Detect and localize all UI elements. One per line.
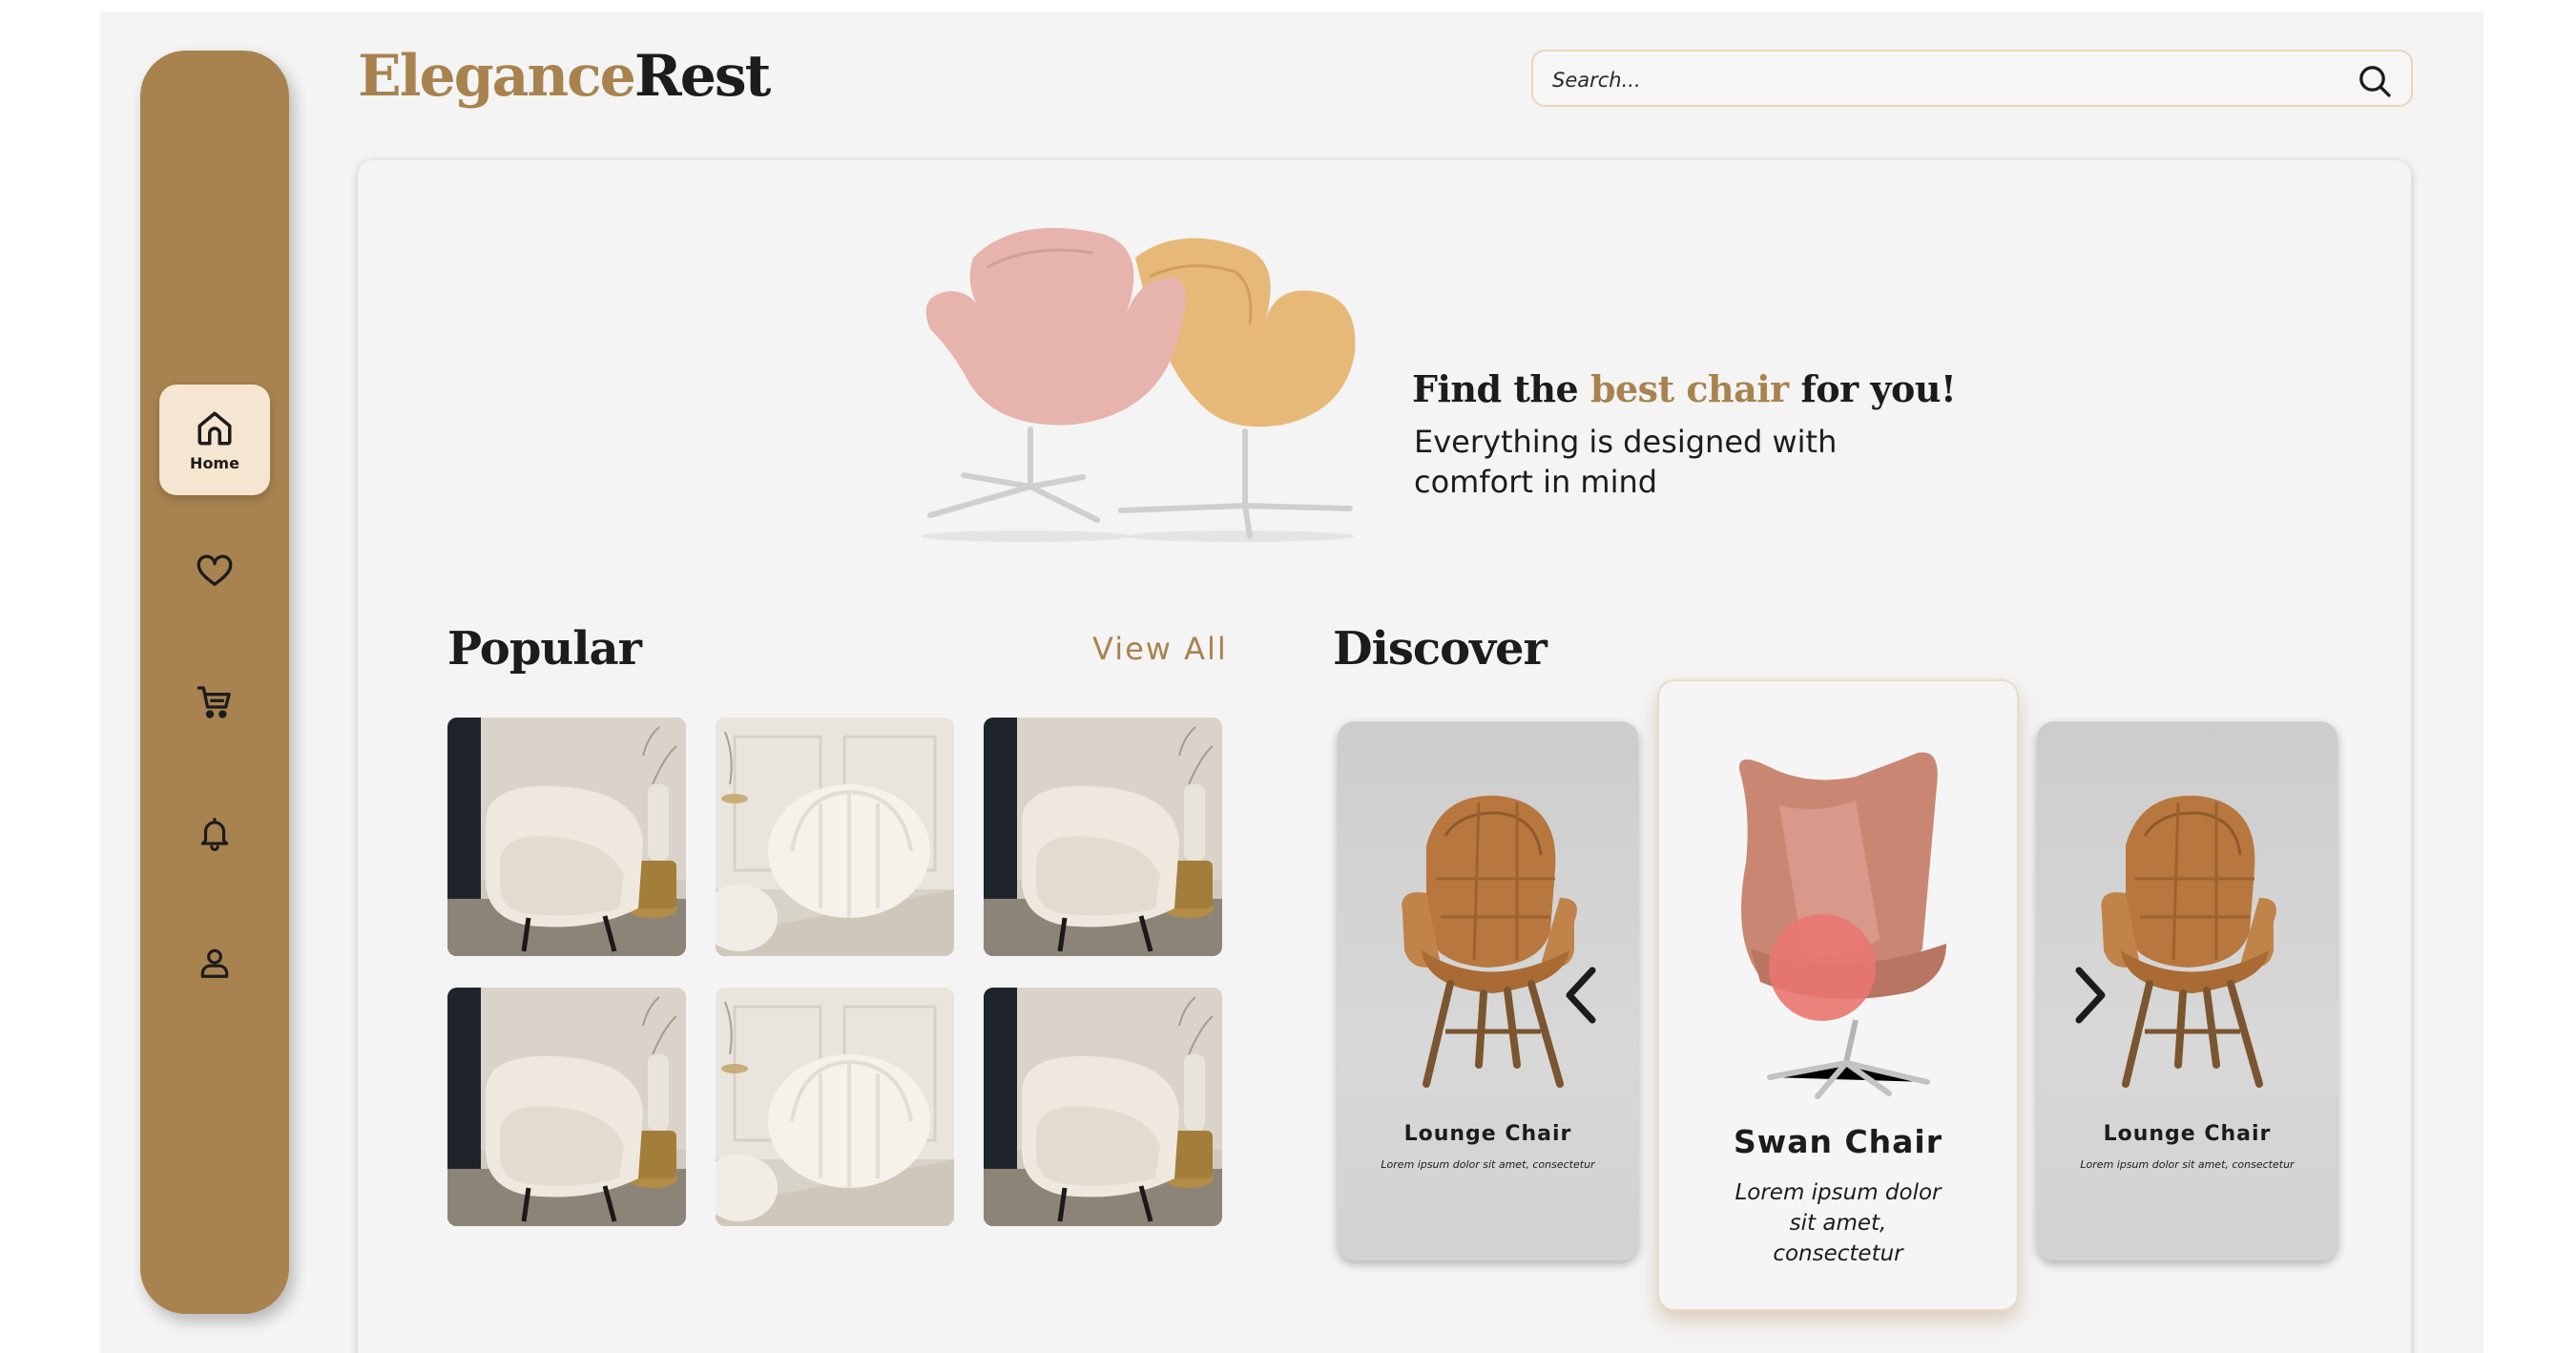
card-name: Swan Chair: [1733, 1123, 1943, 1160]
discover-card-center[interactable]: Swan Chair Lorem ipsum dolor sit amet, c…: [1657, 679, 2019, 1311]
swan-chair-image: [1713, 748, 1961, 1111]
popular-item[interactable]: [984, 718, 1222, 956]
heart-icon: [197, 554, 233, 586]
hero-subtitle: Everything is designed with comfort in m…: [1414, 424, 1838, 500]
app-frame: Home EleganceRest Find the best chair: [100, 11, 2483, 1353]
search-icon[interactable]: [2356, 62, 2394, 100]
sidebar-item-cart[interactable]: [159, 647, 270, 758]
popular-item[interactable]: [984, 988, 1222, 1226]
sidebar-item-notifications[interactable]: [159, 778, 270, 888]
hero-title: Find the best chair for you!: [1412, 367, 1957, 410]
popular-item[interactable]: [716, 988, 954, 1226]
sidebar-item-favorites[interactable]: [159, 516, 270, 627]
cart-icon: [197, 686, 231, 718]
hero-title-post: for you!: [1788, 367, 1957, 410]
card-desc: Lorem ipsum dolor sit amet, consectetur: [2080, 1158, 2295, 1171]
home-icon: [197, 411, 232, 445]
lounge-chair-image: [2083, 779, 2293, 1093]
brand-logo-part1: Elegance: [358, 43, 636, 110]
hero-title-pre: Find the: [1412, 367, 1590, 410]
discover-title: Discover: [1333, 622, 1548, 676]
search-input[interactable]: [1550, 63, 2337, 97]
sidebar: Home: [140, 51, 289, 1314]
sidebar-item-label: Home: [190, 453, 239, 472]
popular-item[interactable]: [716, 718, 954, 956]
user-icon: [200, 948, 229, 978]
chevron-left-icon[interactable]: [1558, 957, 1606, 1033]
brand-logo[interactable]: EleganceRest: [358, 48, 771, 105]
popular-item[interactable]: [447, 718, 686, 956]
chevron-right-icon[interactable]: [2066, 957, 2113, 1033]
card-desc: Lorem ipsum dolor sit amet, consectetur: [1735, 1180, 1942, 1266]
card-name: Lounge Chair: [2103, 1122, 2272, 1146]
sidebar-item-home[interactable]: Home: [159, 385, 270, 495]
popular-item[interactable]: [447, 988, 686, 1226]
hero-title-highlight: best chair: [1589, 367, 1789, 410]
search-bar: [1531, 50, 2413, 107]
card-name: Lounge Chair: [1403, 1122, 1572, 1146]
card-desc: Lorem ipsum dolor sit amet, consectetur: [1381, 1158, 1595, 1171]
sidebar-item-profile[interactable]: [159, 907, 270, 1018]
bell-icon: [200, 818, 229, 851]
view-all-link[interactable]: View All: [1092, 631, 1228, 667]
lounge-chair-image: [1383, 779, 1593, 1093]
hero-image: [921, 227, 1356, 542]
brand-logo-part2: Rest: [634, 43, 772, 110]
popular-title: Popular: [447, 622, 642, 676]
